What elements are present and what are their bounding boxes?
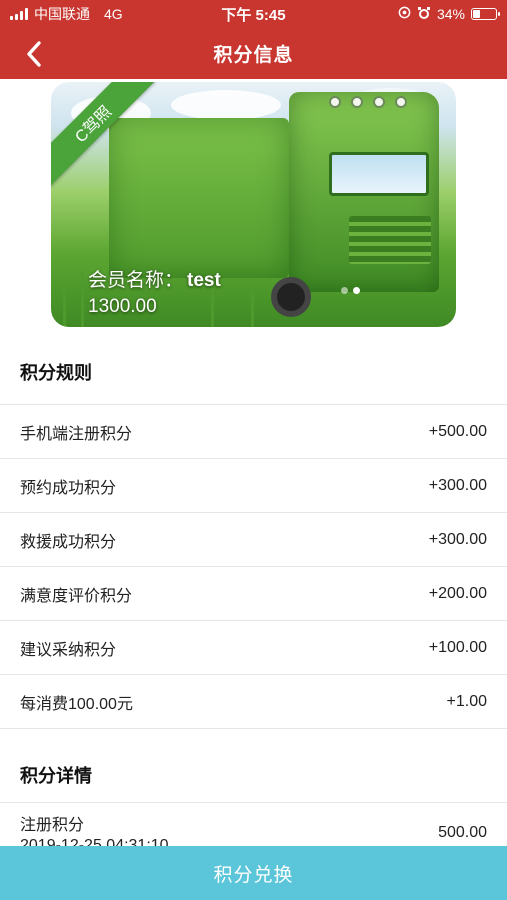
carousel-dot[interactable] — [341, 287, 348, 294]
grass — [251, 289, 254, 327]
status-left: 中国联通 4G — [10, 4, 123, 24]
page-title: 积分信息 — [213, 45, 294, 66]
rule-row: 预约成功积分 +300.00 — [0, 459, 507, 513]
detail-label: 注册积分 — [20, 817, 85, 834]
rotation-lock-icon — [398, 6, 411, 22]
grass — [63, 287, 66, 327]
rule-row: 救援成功积分 +300.00 — [0, 513, 507, 567]
member-card[interactable]: C驾照 会员名称： test 1300.00 — [51, 82, 456, 327]
lamp-icon — [373, 96, 385, 108]
member-name-line: 会员名称： test — [88, 265, 221, 292]
lamp-icon — [351, 96, 363, 108]
rule-label: 满意度评价积分 — [20, 587, 133, 605]
rule-row: 满意度评价积分 +200.00 — [0, 567, 507, 621]
truck-cab-image — [289, 92, 439, 292]
rule-row: 手机端注册积分 +500.00 — [0, 405, 507, 459]
truck-wheel — [271, 277, 311, 317]
chevron-left-icon — [27, 40, 41, 67]
carousel-dot[interactable] — [353, 287, 360, 294]
back-button[interactable] — [12, 28, 56, 79]
rules-section: 积分规则 手机端注册积分 +500.00 预约成功积分 +300.00 救援成功积分 +3… — [0, 339, 507, 729]
grass — [81, 272, 84, 327]
member-points: 1300.00 — [88, 296, 157, 317]
header: 中国联通 4G 下午 5:45 34% 积分信息 — [0, 0, 507, 79]
network-type: 4G — [104, 6, 123, 22]
rule-value: +500.00 — [428, 422, 487, 440]
rule-row: 建议采纳积分 +100.00 — [0, 621, 507, 675]
lamp-icon — [395, 96, 407, 108]
detail-amount: 500.00 — [438, 824, 487, 841]
rule-label: 救援成功积分 — [20, 533, 117, 551]
member-name-label: 会员名称： — [88, 270, 184, 291]
rule-value: +300.00 — [428, 476, 487, 494]
lamp-icon — [329, 96, 341, 108]
status-right: 34% — [398, 6, 500, 23]
rules-title: 积分规则 — [0, 339, 507, 405]
rule-label: 预约成功积分 — [20, 479, 117, 497]
rule-label: 每消费100.00元 — [20, 695, 133, 713]
signal-icon — [10, 8, 28, 20]
cloud — [171, 90, 281, 120]
truck-grille — [349, 216, 431, 264]
truck-cargo-image — [109, 118, 289, 278]
details-title: 积分详情 — [0, 747, 507, 803]
screen: 中国联通 4G 下午 5:45 34% 积分信息 C驾照 会员名称： test … — [0, 0, 507, 900]
carousel-dots — [341, 287, 360, 294]
battery-level — [473, 10, 481, 18]
status-bar: 中国联通 4G 下午 5:45 34% — [0, 0, 507, 28]
member-name-value: test — [187, 270, 221, 291]
alarm-icon — [417, 6, 431, 23]
member-card-wrapper: C驾照 会员名称： test 1300.00 — [0, 79, 507, 327]
rule-label: 建议采纳积分 — [20, 641, 117, 659]
rule-value: +200.00 — [428, 584, 487, 602]
rule-value: +100.00 — [428, 638, 487, 656]
carrier-name: 中国联通 — [34, 6, 90, 22]
rule-row: 每消费100.00元 +1.00 — [0, 675, 507, 729]
nav-bar: 积分信息 — [0, 28, 507, 79]
rule-value: +300.00 — [428, 530, 487, 548]
rule-value: +1.00 — [446, 692, 487, 710]
battery-percent: 34% — [436, 6, 465, 22]
rules-list: 手机端注册积分 +500.00 预约成功积分 +300.00 救援成功积分 +300.00… — [0, 405, 507, 729]
exchange-points-button[interactable]: 积分兑换 — [0, 846, 507, 900]
truck-windshield — [329, 152, 429, 196]
battery-icon — [471, 8, 500, 20]
rule-label: 手机端注册积分 — [20, 425, 133, 443]
